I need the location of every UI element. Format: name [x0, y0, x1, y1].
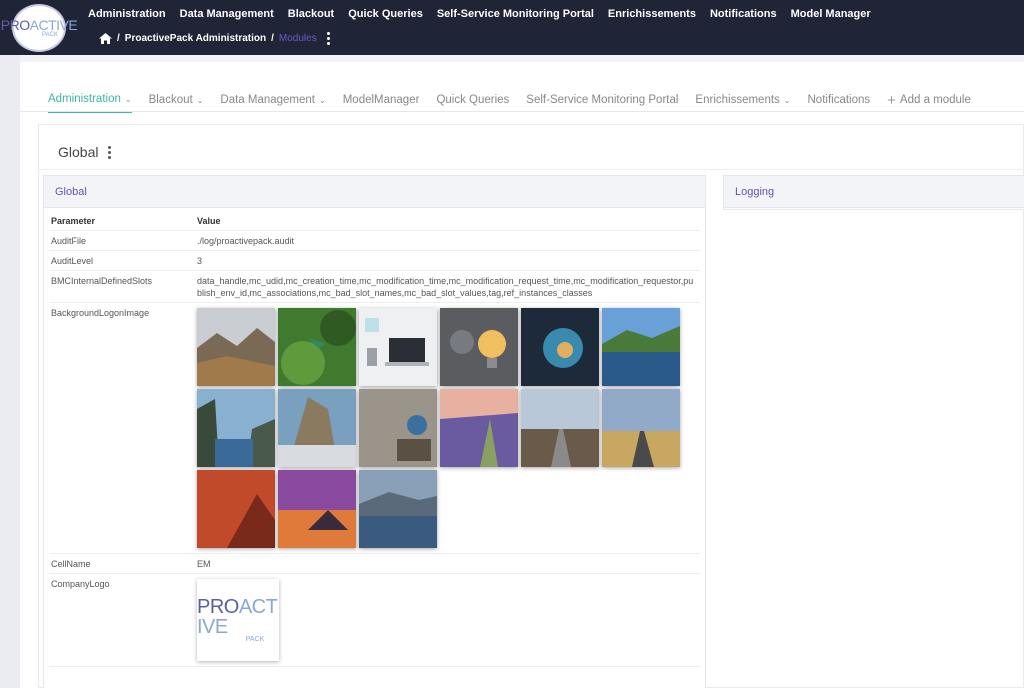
param-name: BMCInternalDefinedSlots: [49, 270, 195, 303]
topnav-item-data-management[interactable]: Data Management: [180, 8, 274, 20]
breadcrumb-current: Modules: [278, 33, 317, 44]
company-logo-cell: PROACTIVE PACK: [195, 573, 700, 667]
chevron-down-icon: ⌄: [124, 94, 132, 104]
logging-card-header[interactable]: Logging: [724, 176, 1024, 208]
section-title: Global: [58, 144, 112, 160]
background-image-mountain-valley[interactable]: [197, 307, 275, 386]
param-name: AuditLevel: [49, 250, 195, 271]
background-image-globe-books[interactable]: [359, 388, 437, 467]
param-name: CompanyLogo: [49, 573, 195, 667]
column-header-parameter: Parameter: [49, 212, 195, 231]
breadcrumb-separator: /: [271, 33, 274, 44]
topnav-item-model-manager[interactable]: Model Manager: [791, 8, 871, 20]
tab-label: Data Management: [220, 94, 316, 106]
section-divider: [39, 169, 1024, 170]
background-image-cliff-fog[interactable]: [278, 388, 356, 467]
add-module-button[interactable]: + Add a module: [887, 88, 971, 112]
section-title-text: Global: [58, 144, 99, 160]
logo-subtext: PACK: [42, 32, 58, 38]
chevron-down-icon: ⌄: [319, 95, 326, 105]
topnav-item-self-service-portal[interactable]: Self-Service Monitoring Portal: [437, 8, 594, 20]
param-name: BackgroundLogonImage: [49, 302, 195, 554]
left-gutter: [0, 55, 20, 688]
topnav-item-notifications[interactable]: Notifications: [710, 8, 777, 20]
background-image-gallery: [197, 307, 698, 550]
table-header-row: Parameter Value: [49, 212, 700, 231]
background-image-sunset-opera[interactable]: [278, 469, 356, 548]
chevron-down-icon: ⌄: [196, 95, 204, 105]
chevron-down-icon: ⌄: [783, 95, 791, 105]
table-row: CellName EM: [49, 553, 700, 574]
global-section: Global Global Parameter Value AuditFile …: [38, 124, 1024, 688]
app-logo[interactable]: PROACTIVE PACK: [1, 4, 78, 52]
topnav-item-quick-queries[interactable]: Quick Queries: [348, 8, 423, 20]
tab-label: Administration: [48, 93, 121, 105]
table-row: AuditLevel 3: [49, 250, 700, 271]
global-card-header[interactable]: Global: [44, 176, 705, 208]
background-image-red-mountain[interactable]: [197, 469, 275, 548]
background-image-railway[interactable]: [521, 388, 599, 467]
tab-label: Self-Service Monitoring Portal: [526, 94, 679, 106]
tab-label: ModelManager: [342, 94, 420, 106]
background-image-bulb-glow[interactable]: [521, 307, 599, 386]
background-image-gallery-cell: [195, 302, 700, 554]
logo-text-thin: ACTIVE: [29, 17, 78, 33]
add-module-label: Add a module: [899, 94, 971, 106]
tab-label: Notifications: [807, 94, 871, 106]
background-image-light-bulbs[interactable]: [440, 307, 518, 386]
tab-blackout[interactable]: Blackout ⌄: [149, 88, 204, 112]
parameters-table: Parameter Value AuditFile ./log/proactiv…: [49, 212, 700, 667]
tabs-divider: [20, 111, 1024, 112]
logo-subtext: PACK: [245, 635, 265, 643]
background-image-lake-reflection[interactable]: [602, 307, 680, 386]
table-row: AuditFile ./log/proactivepack.audit: [49, 230, 700, 251]
param-name: CellName: [49, 553, 195, 574]
tab-quick-queries[interactable]: Quick Queries: [436, 88, 509, 112]
table-row: BMCInternalDefinedSlots data_handle,mc_u…: [49, 270, 700, 303]
breadcrumb-item-admin[interactable]: ProactivePack Administration: [125, 33, 266, 44]
background-image-misty-lake[interactable]: [359, 469, 437, 548]
topnav-item-blackout[interactable]: Blackout: [288, 8, 334, 20]
background-image-fjord[interactable]: [197, 388, 275, 467]
param-value: EM: [195, 553, 700, 574]
logo-text-main: PRO: [0, 17, 30, 33]
breadcrumb: / ProactivePack Administration / Modules: [99, 32, 330, 45]
background-image-laptop-desk[interactable]: [359, 307, 437, 386]
table-row: BackgroundLogonImage: [49, 302, 700, 554]
tab-data-management[interactable]: Data Management ⌄: [220, 88, 325, 112]
logo-text-main: PRO: [197, 595, 239, 618]
global-card: Global Parameter Value AuditFile ./log/p…: [43, 175, 706, 688]
top-nav-menu: Administration Data Management Blackout …: [88, 8, 885, 20]
param-value: data_handle,mc_udid,mc_creation_time,mc_…: [195, 270, 700, 303]
topnav-item-enrichissements[interactable]: Enrichissements: [608, 8, 696, 20]
tab-label: Enrichissements: [695, 94, 780, 106]
home-icon[interactable]: [99, 33, 112, 44]
tab-notifications[interactable]: Notifications: [808, 88, 871, 112]
logging-card: Logging: [723, 175, 1024, 210]
tab-administration[interactable]: Administration ⌄: [48, 87, 132, 113]
company-logo[interactable]: PROACTIVE PACK: [197, 578, 279, 661]
breadcrumb-separator: /: [117, 33, 120, 44]
topnav-item-administration[interactable]: Administration: [88, 8, 166, 20]
module-tabs: Administration ⌄ Blackout ⌄ Data Managemen…: [48, 87, 988, 113]
breadcrumb-more-icon[interactable]: [326, 32, 330, 45]
param-name: AuditFile: [49, 230, 195, 251]
main-panel: Administration ⌄ Blackout ⌄ Data Managemen…: [20, 62, 1024, 688]
background-image-road-horizon[interactable]: [602, 388, 680, 467]
param-value: 3: [195, 250, 700, 271]
param-value: ./log/proactivepack.audit: [195, 230, 700, 251]
tab-enrichissements[interactable]: Enrichissements ⌄: [695, 88, 790, 112]
top-navigation-bar: PROACTIVE PACK Administration Data Manag…: [0, 0, 1024, 55]
background-image-lavender-field[interactable]: [440, 388, 518, 467]
column-header-value: Value: [195, 212, 700, 231]
plus-icon: +: [887, 91, 896, 109]
tab-self-service-portal[interactable]: Self-Service Monitoring Portal: [526, 88, 678, 112]
tab-label: Blackout: [148, 94, 193, 106]
table-row: CompanyLogo PROACTIVE PACK: [49, 573, 700, 667]
background-image-hummingbird[interactable]: [278, 307, 356, 386]
tab-label: Quick Queries: [436, 94, 510, 106]
section-more-icon[interactable]: [108, 145, 112, 159]
tab-model-manager[interactable]: ModelManager: [343, 88, 420, 112]
